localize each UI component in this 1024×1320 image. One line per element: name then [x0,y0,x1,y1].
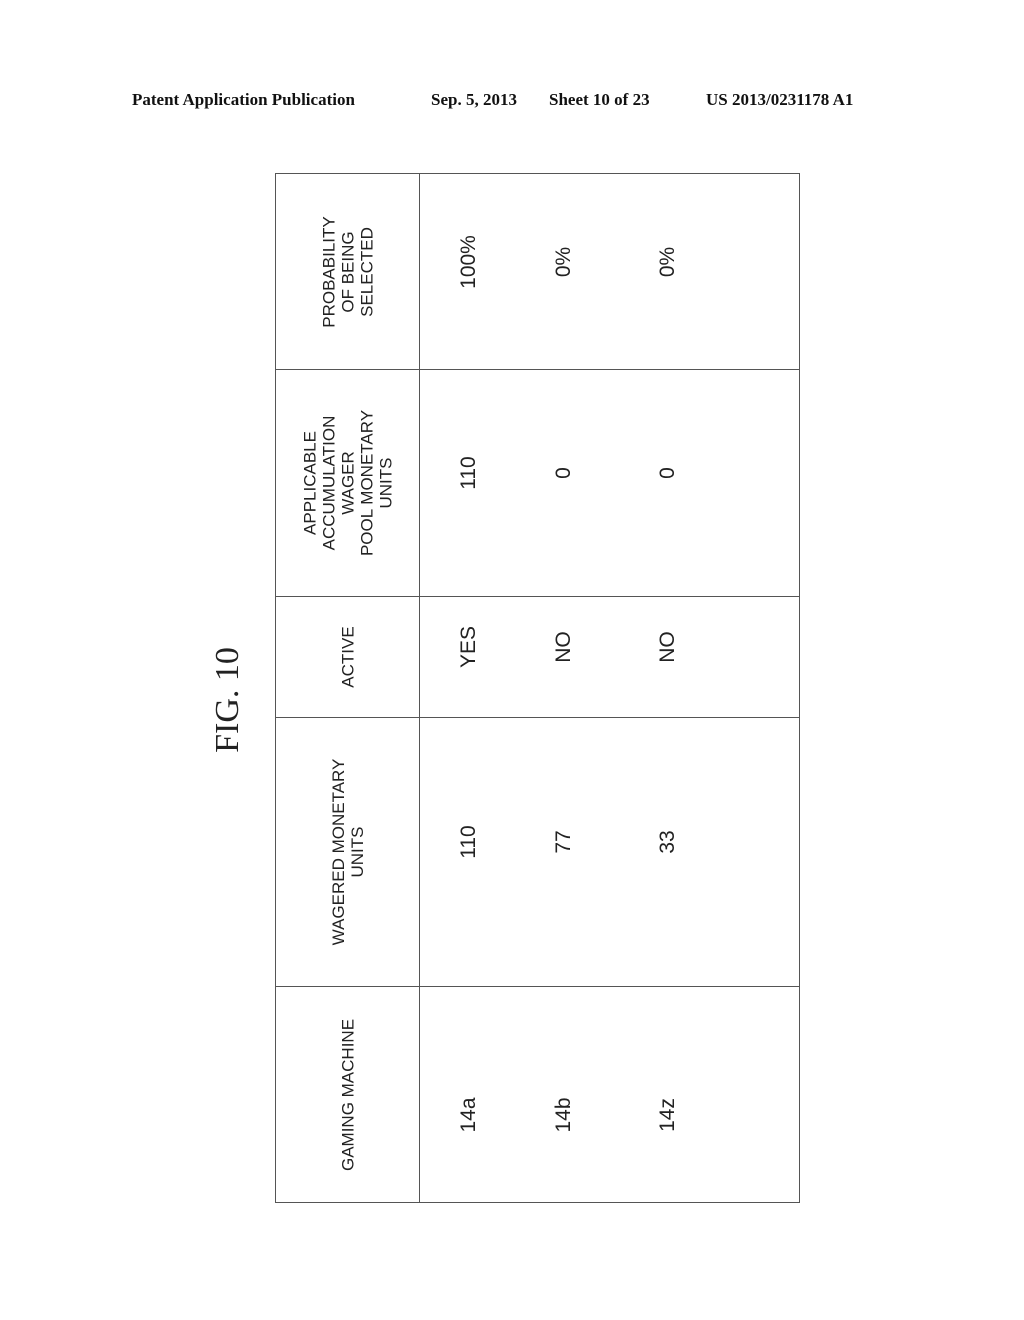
table-cell: 100% [457,234,480,289]
data-table: GAMING MACHINE 14a 14b 14z WAGERED MONETARY U… [275,173,800,1203]
column-header-line: APPLICABLE [300,430,320,535]
column-header-line: OF BEING [338,230,358,313]
column-header: GAMING MACHINE [339,1019,358,1171]
table-cell: NO [552,630,575,663]
column-header: WAGERED MONETARY UNITS [329,758,367,945]
column-header: APPLICABLE ACCUMULATION WAGER POOL MONETARY… [301,409,396,555]
table-cell: NO [656,630,679,663]
table-cell: 0 [552,466,575,479]
column-header-line: SELECTED [357,226,377,317]
table-cell: 110 [457,824,480,859]
column-divider [276,717,799,718]
publication-date: Sep. 5, 2013 [431,90,517,109]
table-cell: 0% [656,246,679,277]
table-cell: 0% [552,246,575,277]
column-header-line: ACTIVE [338,625,358,688]
column-header-line: GAMING MACHINE [338,1018,358,1172]
table-cell: 77 [552,829,575,854]
column-header-line: ACCUMULATION [319,415,339,550]
column-header: ACTIVE [339,626,358,687]
table-cell: 0 [656,466,679,479]
column-header-line: WAGER [338,450,358,515]
figure-label: FIG. 10 [209,647,246,753]
column-divider [276,596,799,597]
column-header-line: POOL MONETARY [357,409,377,556]
table-cell: YES [457,625,480,668]
column-divider [276,986,799,987]
column-header-line: UNITS [376,457,396,509]
table-cell: 14a [457,1097,480,1133]
header-divider [419,174,420,1202]
table-cell: 14z [656,1098,679,1132]
publication-type: Patent Application Publication [132,90,355,109]
patent-number: US 2013/0231178 A1 [706,90,854,109]
table-cell: 14b [552,1097,575,1133]
column-divider [276,369,799,370]
table-cell: 110 [457,455,480,490]
table-cell: 33 [656,829,679,854]
sheet-number: Sheet 10 of 23 [549,90,650,109]
column-header-line: PROBABILITY [319,215,339,328]
column-header-line: WAGERED MONETARY [329,758,348,945]
column-header-line: UNITS [348,826,367,878]
column-header: PROBABILITY OF BEING SELECTED [320,216,377,327]
